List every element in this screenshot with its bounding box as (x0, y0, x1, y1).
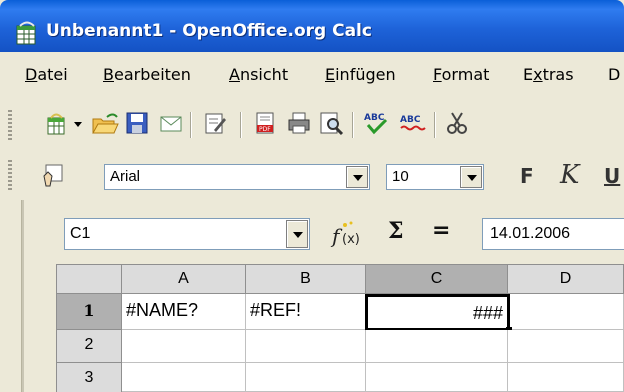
export-pdf-icon[interactable]: PDF (252, 110, 278, 136)
toolbar-separator (190, 112, 191, 138)
italic-button[interactable]: K (560, 160, 579, 190)
formatting-toolbar: Arial 10 F K U (0, 152, 624, 200)
menu-bearbeiten[interactable]: Bearbeiten (103, 65, 191, 84)
font-name-select[interactable]: Arial (104, 164, 370, 190)
cell-b2[interactable] (246, 330, 366, 363)
menu-extras-mnemonic: x (533, 65, 543, 84)
formula-input[interactable]: 14.01.2006 (482, 218, 624, 250)
name-box-value: C1 (70, 225, 91, 242)
column-header-d[interactable]: D (508, 264, 624, 294)
save-icon[interactable] (124, 110, 150, 136)
toolbar-grip[interactable] (8, 160, 12, 190)
menu-extras-label: tras (542, 65, 574, 84)
toolbar-separator (240, 112, 241, 138)
column-header-c[interactable]: C (366, 264, 508, 294)
menu-ansicht-mnemonic: A (229, 65, 240, 84)
menu-extras-prefix: E (523, 65, 534, 84)
column-header-a[interactable]: A (122, 264, 246, 294)
cell-c3[interactable] (366, 363, 508, 392)
cell-b3[interactable] (246, 363, 366, 392)
menu-ansicht[interactable]: Ansicht (229, 65, 288, 84)
menu-extras[interactable]: Extras (523, 65, 574, 84)
menu-datei[interactable]: Datei (25, 65, 68, 84)
svg-text:PDF: PDF (259, 126, 271, 133)
print-icon[interactable] (286, 110, 312, 136)
menu-d-truncated[interactable]: D (608, 65, 620, 84)
column-header-b[interactable]: B (246, 264, 366, 294)
edit-file-icon[interactable] (202, 110, 228, 136)
font-size-select[interactable]: 10 (386, 164, 484, 190)
menu-bearbeiten-mnemonic: B (103, 65, 114, 84)
menu-format[interactable]: Format (433, 65, 489, 84)
window-title: Unbenannt1 - OpenOffice.org Calc (46, 21, 372, 41)
row-header-2[interactable]: 2 (56, 330, 122, 363)
row-header-1[interactable]: 1 (56, 294, 122, 330)
cell-a1[interactable]: #NAME? (122, 294, 246, 330)
menu-ansicht-label: nsicht (239, 65, 289, 84)
menu-d-label: D (608, 65, 621, 84)
menu-einfuegen-mnemonic: E (325, 65, 336, 84)
cell-d1[interactable] (510, 294, 624, 330)
name-box[interactable]: C1 (64, 218, 310, 250)
row-header-3[interactable]: 3 (56, 363, 122, 392)
cell-a3[interactable] (122, 363, 246, 392)
spellcheck-icon[interactable]: ABC (362, 110, 392, 136)
svg-text:ABC: ABC (400, 115, 421, 125)
menu-bearbeiten-label: earbeiten (113, 65, 191, 84)
styles-formatting-icon[interactable] (40, 162, 68, 190)
menu-bar: Datei Bearbeiten Ansicht Einfügen Format… (0, 52, 624, 98)
menu-einfuegen[interactable]: Einfügen (325, 65, 396, 84)
email-icon[interactable] (158, 110, 184, 136)
autospellcheck-icon[interactable]: ABC (398, 110, 428, 136)
cell-d2[interactable] (508, 330, 624, 363)
cell-c1-active[interactable]: ### (365, 294, 510, 331)
cell-a1-value: #NAME? (126, 300, 199, 320)
cell-b1-value: #REF! (250, 300, 302, 320)
font-name-value: Arial (110, 168, 141, 185)
menu-format-label: ormat (441, 65, 490, 84)
svg-text:ABC: ABC (364, 113, 385, 123)
cell-b1[interactable]: #REF! (246, 294, 366, 330)
cell-c1-value: ### (472, 303, 503, 323)
bold-button[interactable]: F (520, 164, 534, 188)
cell-c2[interactable] (366, 330, 508, 363)
font-size-dropdown-icon[interactable] (460, 166, 482, 188)
menu-datei-label: atei (37, 65, 68, 84)
menu-format-mnemonic: F (433, 65, 442, 84)
open-folder-icon[interactable] (90, 110, 120, 136)
left-panel-strip (0, 200, 22, 392)
select-all-corner[interactable] (56, 264, 122, 294)
toolbar-separator (352, 112, 353, 138)
calc-app-icon[interactable] (14, 20, 40, 46)
toolbar-grip[interactable] (8, 110, 12, 140)
menu-datei-mnemonic: D (25, 65, 38, 84)
toolbar-separator (434, 112, 435, 138)
title-bar[interactable]: Unbenannt1 - OpenOffice.org Calc (0, 0, 624, 52)
new-document-icon[interactable] (44, 110, 70, 136)
font-name-dropdown-icon[interactable] (346, 166, 368, 188)
sum-button[interactable]: Σ (388, 218, 404, 244)
cut-icon[interactable] (444, 110, 470, 136)
underline-button[interactable]: U (604, 164, 620, 188)
font-size-value: 10 (392, 168, 409, 185)
new-dropdown-icon[interactable] (72, 110, 84, 136)
menu-einfuegen-label: infügen (335, 65, 396, 84)
svg-text:(x): (x) (342, 232, 360, 247)
function-wizard-icon[interactable]: f (x) (330, 219, 366, 249)
formula-input-value: 14.01.2006 (490, 225, 571, 242)
page-preview-icon[interactable] (318, 110, 344, 136)
name-box-dropdown-icon[interactable] (286, 220, 308, 248)
standard-toolbar: PDF ABC ABC (0, 98, 624, 152)
cell-a2[interactable] (122, 330, 246, 363)
function-button[interactable]: = (432, 218, 450, 243)
cell-d3[interactable] (508, 363, 624, 392)
